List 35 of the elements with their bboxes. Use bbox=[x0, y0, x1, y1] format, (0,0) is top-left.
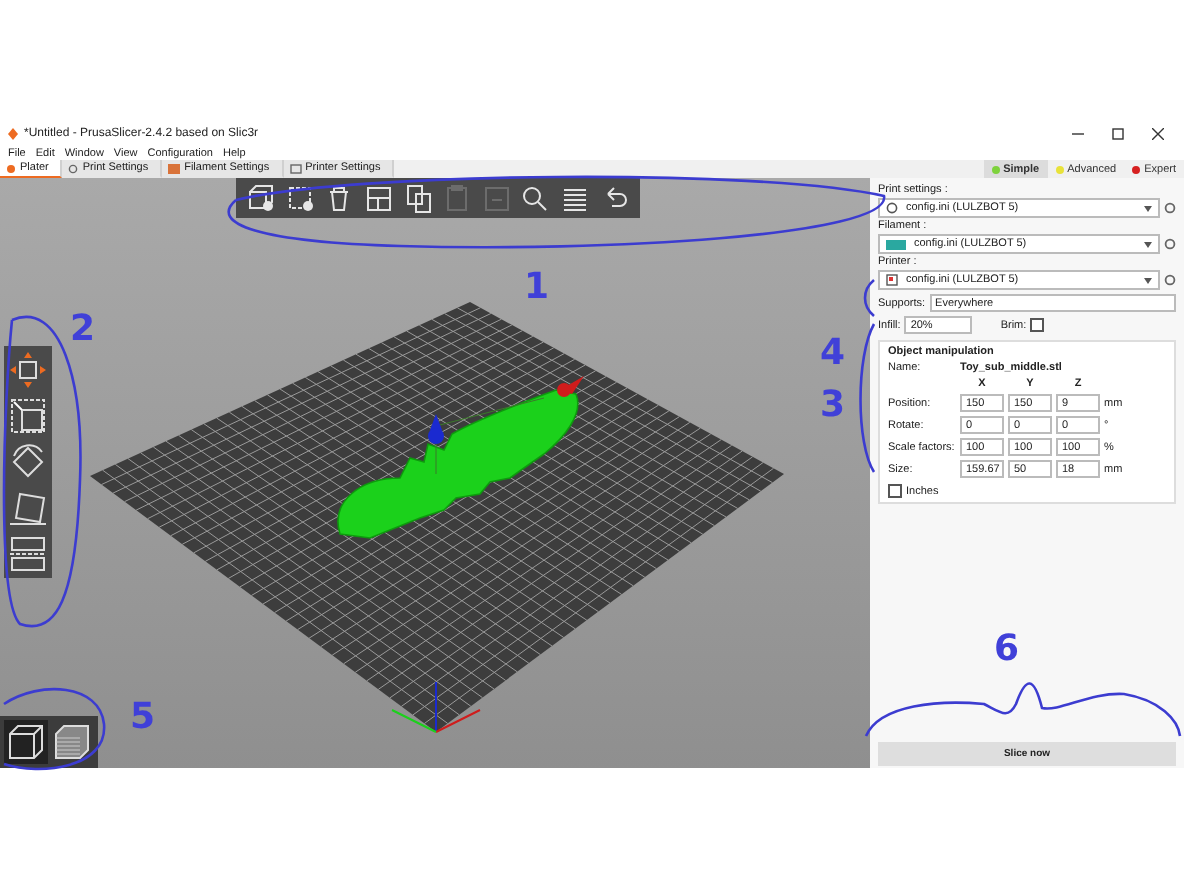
minimize-icon[interactable] bbox=[1072, 127, 1084, 139]
annotation-number: 2 bbox=[70, 312, 96, 348]
cube-plus-button[interactable] bbox=[246, 183, 277, 213]
place-on-face-button[interactable] bbox=[8, 488, 48, 528]
annotation-bracket bbox=[863, 279, 875, 317]
scale-button[interactable] bbox=[8, 396, 48, 436]
axes-icon bbox=[391, 681, 481, 733]
annotation-number: 4 bbox=[820, 336, 846, 372]
maximize-icon[interactable] bbox=[1112, 127, 1124, 139]
close-icon[interactable] bbox=[1152, 127, 1164, 139]
search-button[interactable] bbox=[520, 183, 551, 213]
circle-icon bbox=[886, 202, 898, 214]
copy-button[interactable] bbox=[403, 183, 434, 213]
layout-button[interactable] bbox=[364, 183, 395, 213]
caret-icon bbox=[1144, 241, 1152, 247]
caret-icon bbox=[1144, 277, 1152, 283]
caret-icon bbox=[1144, 205, 1152, 211]
inches-checkbox[interactable] bbox=[888, 484, 902, 498]
circle-icon bbox=[68, 163, 79, 173]
preview-button[interactable] bbox=[50, 720, 94, 764]
3d-viewport[interactable] bbox=[0, 178, 870, 768]
move-button[interactable] bbox=[8, 350, 48, 390]
rotate-button[interactable] bbox=[8, 442, 48, 482]
app-logo-icon bbox=[8, 127, 18, 139]
annotation-number: 6 bbox=[994, 632, 1020, 668]
annotation-number: 5 bbox=[130, 700, 156, 736]
annotation-number: 3 bbox=[820, 388, 846, 424]
annotation-loop bbox=[3, 687, 106, 771]
dashed-box-button[interactable] bbox=[285, 183, 316, 213]
annotation-number: 1 bbox=[524, 270, 550, 306]
3d-view-button[interactable] bbox=[4, 720, 48, 764]
layers-button[interactable] bbox=[560, 183, 591, 213]
color-swatch-icon bbox=[886, 239, 906, 249]
brim-checkbox[interactable] bbox=[1030, 318, 1045, 332]
cut-button[interactable] bbox=[8, 534, 48, 574]
